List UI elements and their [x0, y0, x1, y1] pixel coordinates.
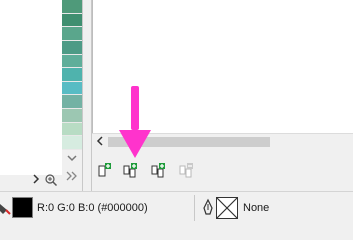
palette-swatch[interactable] — [62, 68, 82, 82]
double-chevron-right-icon — [66, 171, 77, 181]
palette-more-button[interactable] — [62, 166, 82, 186]
insert-page-icon — [123, 163, 137, 178]
status-separator — [194, 195, 195, 221]
palette-scroll-down-button[interactable] — [62, 150, 82, 166]
palette-swatch[interactable] — [62, 81, 82, 96]
pointer-arrow-annotation — [119, 86, 151, 158]
fill-icon — [0, 204, 11, 215]
zoom-icon[interactable] — [44, 173, 58, 187]
insert-page-after-button[interactable] — [150, 162, 166, 178]
palette-swatch[interactable] — [62, 0, 82, 14]
insert-page-before-icon — [98, 163, 111, 177]
palette-swatch[interactable] — [62, 95, 82, 110]
fill-color-label: R:0 G:0 B:0 (#000000) — [37, 202, 148, 214]
fill-bucket-icon — [0, 196, 11, 218]
palette-divider — [82, 0, 83, 191]
palette-swatch[interactable] — [62, 40, 82, 55]
insert-page-button[interactable] — [122, 162, 138, 178]
palette-swatch[interactable] — [62, 27, 82, 41]
no-color-icon — [216, 197, 238, 219]
color-palette — [62, 0, 82, 150]
fill-color-swatch[interactable] — [12, 197, 33, 218]
scroll-left-button[interactable] — [94, 136, 106, 148]
palette-swatch[interactable] — [62, 109, 82, 123]
delete-page-icon — [179, 163, 193, 178]
chevron-right-icon — [33, 174, 40, 184]
insert-page-before-button[interactable] — [96, 162, 112, 178]
outline-color-swatch[interactable] — [216, 197, 238, 219]
outline-pen-icon — [202, 198, 214, 218]
insert-page-after-icon — [151, 163, 165, 178]
chevron-left-icon — [96, 136, 103, 146]
palette-swatch[interactable] — [62, 136, 82, 150]
docker-panel — [0, 0, 62, 175]
chevron-down-icon — [67, 155, 77, 162]
magnifier-icon — [45, 174, 58, 187]
palette-swatch[interactable] — [62, 13, 82, 28]
palette-swatch[interactable] — [62, 54, 82, 69]
outline-color-label: None — [243, 202, 270, 214]
navigator-arrow-icon[interactable] — [30, 174, 42, 186]
pen-nib-icon — [203, 198, 213, 215]
delete-page-button[interactable] — [178, 162, 194, 178]
palette-swatch[interactable] — [62, 122, 82, 137]
